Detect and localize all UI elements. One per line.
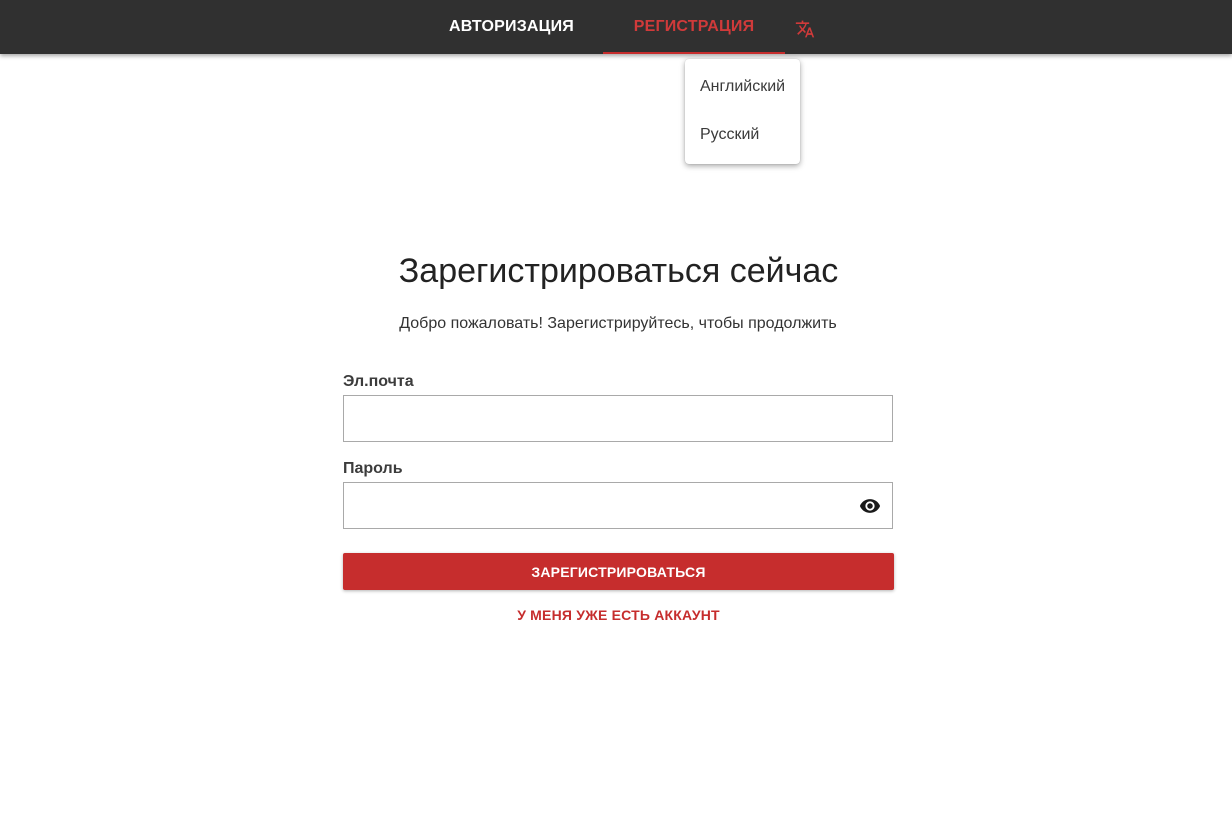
tab-registration-label: РЕГИСТРАЦИЯ xyxy=(633,18,755,35)
language-option-russian[interactable]: Русский xyxy=(685,111,800,159)
tab-login-label: АВТОРИЗАЦИЯ xyxy=(449,18,574,35)
have-account-link[interactable]: У МЕНЯ УЖЕ ЕСТЬ АККАУНТ xyxy=(343,607,894,623)
active-tab-indicator xyxy=(603,52,785,54)
password-field[interactable] xyxy=(344,483,892,528)
language-button[interactable] xyxy=(790,19,820,49)
eye-icon xyxy=(859,499,881,513)
page-subtitle: Добро пожаловать! Зарегистрируйтесь, что… xyxy=(399,315,837,332)
top-navigation-bar: АВТОРИЗАЦИЯ РЕГИСТРАЦИЯ xyxy=(0,0,1232,54)
translate-icon xyxy=(795,20,815,38)
password-label: Пароль xyxy=(343,460,403,477)
language-option-label: Русский xyxy=(700,126,760,143)
page-title: Зарегистрироваться сейчас xyxy=(398,252,839,290)
have-account-label: У МЕНЯ УЖЕ ЕСТЬ АККАУНТ xyxy=(517,607,720,623)
tab-registration[interactable]: РЕГИСТРАЦИЯ xyxy=(603,0,785,54)
register-button[interactable]: ЗАРЕГИСТРИРОВАТЬСЯ xyxy=(343,553,894,590)
password-field-container xyxy=(343,482,893,529)
email-field-container xyxy=(343,395,893,442)
register-button-label: ЗАРЕГИСТРИРОВАТЬСЯ xyxy=(531,563,706,580)
tab-login[interactable]: АВТОРИЗАЦИЯ xyxy=(420,0,603,54)
language-menu: Английский Русский xyxy=(685,59,800,164)
email-label: Эл.почта xyxy=(343,373,414,390)
language-option-label: Английский xyxy=(700,78,786,95)
password-visibility-toggle[interactable] xyxy=(858,495,882,517)
language-option-english[interactable]: Английский xyxy=(685,63,800,111)
email-field[interactable] xyxy=(344,396,892,441)
